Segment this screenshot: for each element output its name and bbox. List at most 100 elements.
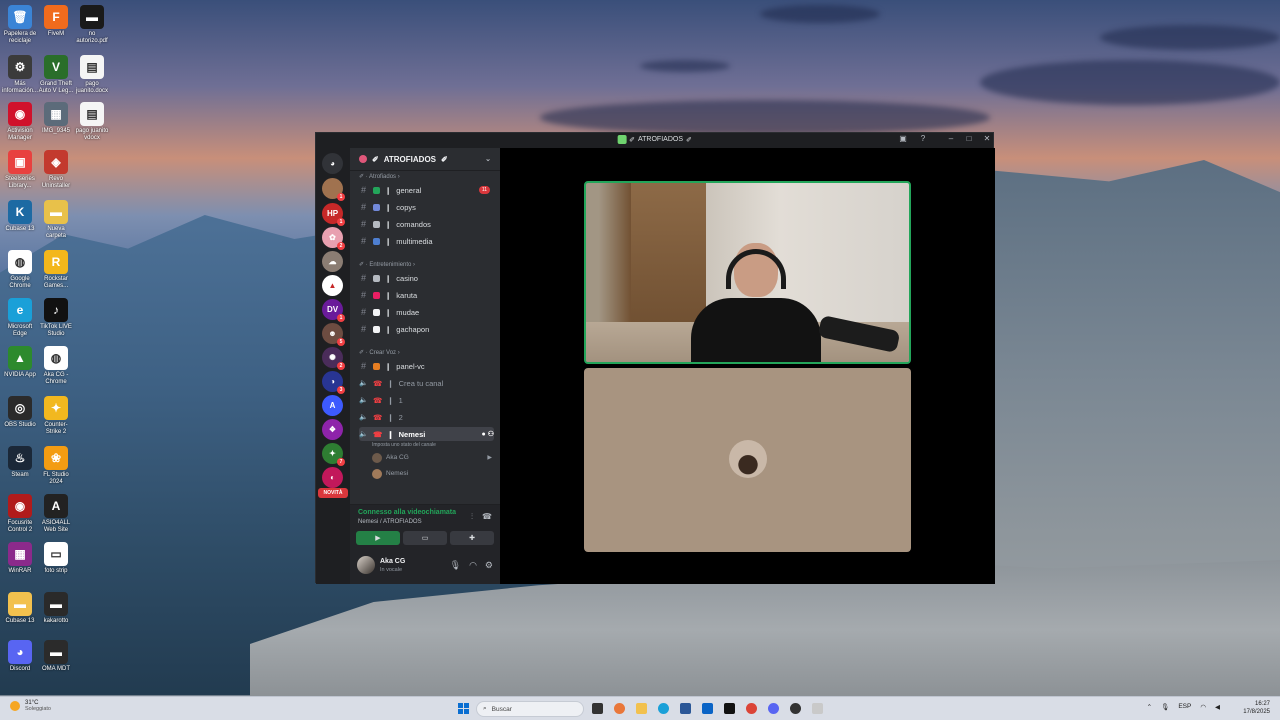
server-icon[interactable]: ▲	[322, 275, 343, 296]
voice-channel[interactable]: 🔈 ☎ ❙ 1	[359, 393, 494, 407]
text-channel[interactable]: # ❙ casino	[359, 271, 494, 285]
channel-category[interactable]: ✐ · Crear Voz ›	[359, 349, 400, 356]
close-button[interactable]: ✕	[978, 134, 996, 143]
desktop-icon[interactable]: ◎ OBS Studio	[2, 396, 38, 429]
desktop-icon[interactable]: ▬ kakarotto	[38, 592, 74, 625]
desktop-icon[interactable]: A ASIO4ALL Web Site	[38, 494, 74, 534]
desktop-icon[interactable]: ❀ FL Studio 2024	[38, 446, 74, 486]
voice-location[interactable]: Nemesi / ATROFIADOS	[358, 519, 422, 525]
desktop-icon[interactable]: ⚙ Más información...	[2, 55, 38, 95]
desktop-icon[interactable]: ▬ Nueva carpeta	[38, 200, 74, 240]
task-view-icon[interactable]	[592, 703, 603, 714]
desktop-icon[interactable]: ♨ Steam	[2, 446, 38, 479]
minimize-button[interactable]: –	[942, 134, 960, 143]
desktop-icon[interactable]: ▬ Cubase 13	[2, 592, 38, 625]
channel-status-input[interactable]: Imposta uno stato del canale	[372, 442, 436, 448]
noise-suppression-icon[interactable]: ⫶	[471, 512, 473, 522]
text-channel[interactable]: # ❙ mudae	[359, 305, 494, 319]
chevron-up-icon[interactable]: ⌃	[1147, 703, 1152, 711]
desktop-icon[interactable]: ◕ Discord	[2, 640, 38, 673]
chrome-icon[interactable]	[746, 703, 757, 714]
disconnect-icon[interactable]: ☎	[482, 512, 492, 522]
app-icon[interactable]	[812, 703, 823, 714]
desktop-icon[interactable]: ✦ Counter-Strike 2	[38, 396, 74, 436]
gear-icon[interactable]: ⚙	[485, 560, 493, 571]
desktop-icon[interactable]: ◍ Aka CG - Chrome	[38, 346, 74, 386]
avatar[interactable]	[357, 556, 375, 574]
desktop-icon[interactable]: ▭ foto strip	[38, 542, 74, 575]
wifi-icon[interactable]: ◠	[1200, 703, 1206, 711]
tiktok-icon[interactable]	[724, 703, 735, 714]
desktop-icon[interactable]: R Rockstar Games...	[38, 250, 74, 290]
maximize-button[interactable]: □	[960, 134, 978, 143]
clock[interactable]: 16:27 17/8/2025	[1243, 700, 1270, 716]
voice-member[interactable]: Aka CG ▶	[372, 451, 492, 464]
desktop-icon[interactable]: K Cubase 13	[2, 200, 38, 233]
microphone-icon[interactable]: 🎙	[450, 560, 461, 571]
text-channel[interactable]: # ❙ multimedia	[359, 234, 494, 248]
inbox-icon[interactable]: ▣	[894, 134, 912, 143]
discord-taskbar-icon[interactable]	[768, 703, 779, 714]
server-icon[interactable]: ◑ 3	[322, 371, 345, 394]
headphones-icon[interactable]: ◠	[469, 560, 477, 571]
volume-icon[interactable]: ◀	[1215, 703, 1220, 711]
server-icon[interactable]: ✿ 2	[322, 227, 345, 250]
text-channel[interactable]: # ❙ copys	[359, 200, 494, 214]
desktop-icon[interactable]: ▤ pago juanito vdocx	[74, 102, 110, 142]
voice-channel[interactable]: 🔈 ☎ ❙ 2	[359, 410, 494, 424]
desktop-icon[interactable]: ▦ WinRAR	[2, 542, 38, 575]
server-header[interactable]: ✐ ATROFIADOS ✐ ⌄	[350, 148, 500, 171]
file-explorer-icon[interactable]	[636, 703, 647, 714]
server-icon[interactable]: ◐	[322, 467, 343, 488]
chat-icon[interactable]: ● ⚇	[482, 430, 494, 438]
video-tile-camera[interactable]	[584, 181, 911, 364]
desktop-icon[interactable]: V Grand Theft Auto V Leg...	[38, 55, 74, 95]
server-icon[interactable]: 1	[322, 178, 345, 201]
windows-start-icon[interactable]	[458, 703, 469, 714]
chevron-down-icon[interactable]: ⌄	[485, 155, 491, 163]
text-channel[interactable]: # ❙ karuta	[359, 288, 494, 302]
server-icon[interactable]: DV 1	[322, 299, 345, 322]
desktop-icon[interactable]: ▬ no autorizo.pdf	[74, 5, 110, 45]
input-language[interactable]: ESP	[1178, 703, 1191, 711]
voice-channel[interactable]: 🔈 ☎ ❙ Crea tu canal	[359, 376, 494, 390]
desktop-icon[interactable]: ▬ OMA MDT	[38, 640, 74, 673]
desktop-icon[interactable]: ▤ pago juanito.docx	[74, 55, 110, 95]
outlook-icon[interactable]	[702, 703, 713, 714]
desktop-icon[interactable]: ▣ Steelseries Library...	[2, 150, 38, 190]
obs-icon[interactable]	[790, 703, 801, 714]
activity-button[interactable]: ✚	[450, 531, 494, 545]
video-tile-avatar[interactable]	[584, 368, 911, 552]
microphone-icon[interactable]: 🎙	[1161, 703, 1169, 711]
desktop-icon[interactable]: ▦ IMG_9345	[38, 102, 74, 135]
channel-category[interactable]: ✐ · Atrofiados ›	[359, 173, 400, 180]
text-channel[interactable]: # ❙ general	[359, 183, 494, 197]
server-icon[interactable]: ☻ 5	[322, 323, 345, 346]
text-channel[interactable]: # ❙ comandos	[359, 217, 494, 231]
store-icon[interactable]	[680, 703, 691, 714]
voice-member[interactable]: Nemesi	[372, 467, 492, 480]
desktop-icon[interactable]: F FiveM	[38, 5, 74, 38]
server-icon[interactable]: ✦ 7	[322, 443, 345, 466]
copilot-icon[interactable]	[614, 703, 625, 714]
desktop-icon[interactable]: ▲ NVIDIA App	[2, 346, 38, 379]
weather-widget[interactable]: 31°C Soleggiato	[10, 700, 51, 712]
desktop-icon[interactable]: ◉ Focusrite Control 2	[2, 494, 38, 534]
text-channel[interactable]: # ❙ gachapon	[359, 322, 494, 336]
desktop-icon[interactable]: e Microsoft Edge	[2, 298, 38, 338]
server-icon[interactable]: ✺ 2	[322, 347, 345, 370]
screen-share-button[interactable]: ▭	[403, 531, 447, 545]
camera-button[interactable]: ▶	[356, 531, 400, 545]
desktop-icon[interactable]: ♪ TikTok LIVE Studio	[38, 298, 74, 338]
server-icon[interactable]: A	[322, 395, 343, 416]
edge-icon[interactable]	[658, 703, 669, 714]
voice-channel[interactable]: 🔈 ☎ ❙ Nemesi ● ⚇	[359, 427, 494, 441]
server-icon[interactable]: HP 1	[322, 203, 345, 226]
server-icon[interactable]: ☁	[322, 251, 343, 272]
desktop-icon[interactable]: ◍ Google Chrome	[2, 250, 38, 290]
desktop-icon[interactable]: ◈ Revo Uninstaller	[38, 150, 74, 190]
search-box[interactable]: ⌕ Buscar	[476, 701, 584, 717]
server-icon[interactable]: ❖	[322, 419, 343, 440]
text-channel[interactable]: # ❙ panel-vc	[359, 359, 494, 373]
desktop-icon[interactable]: 🗑 Papelera de reciclaje	[2, 5, 38, 45]
